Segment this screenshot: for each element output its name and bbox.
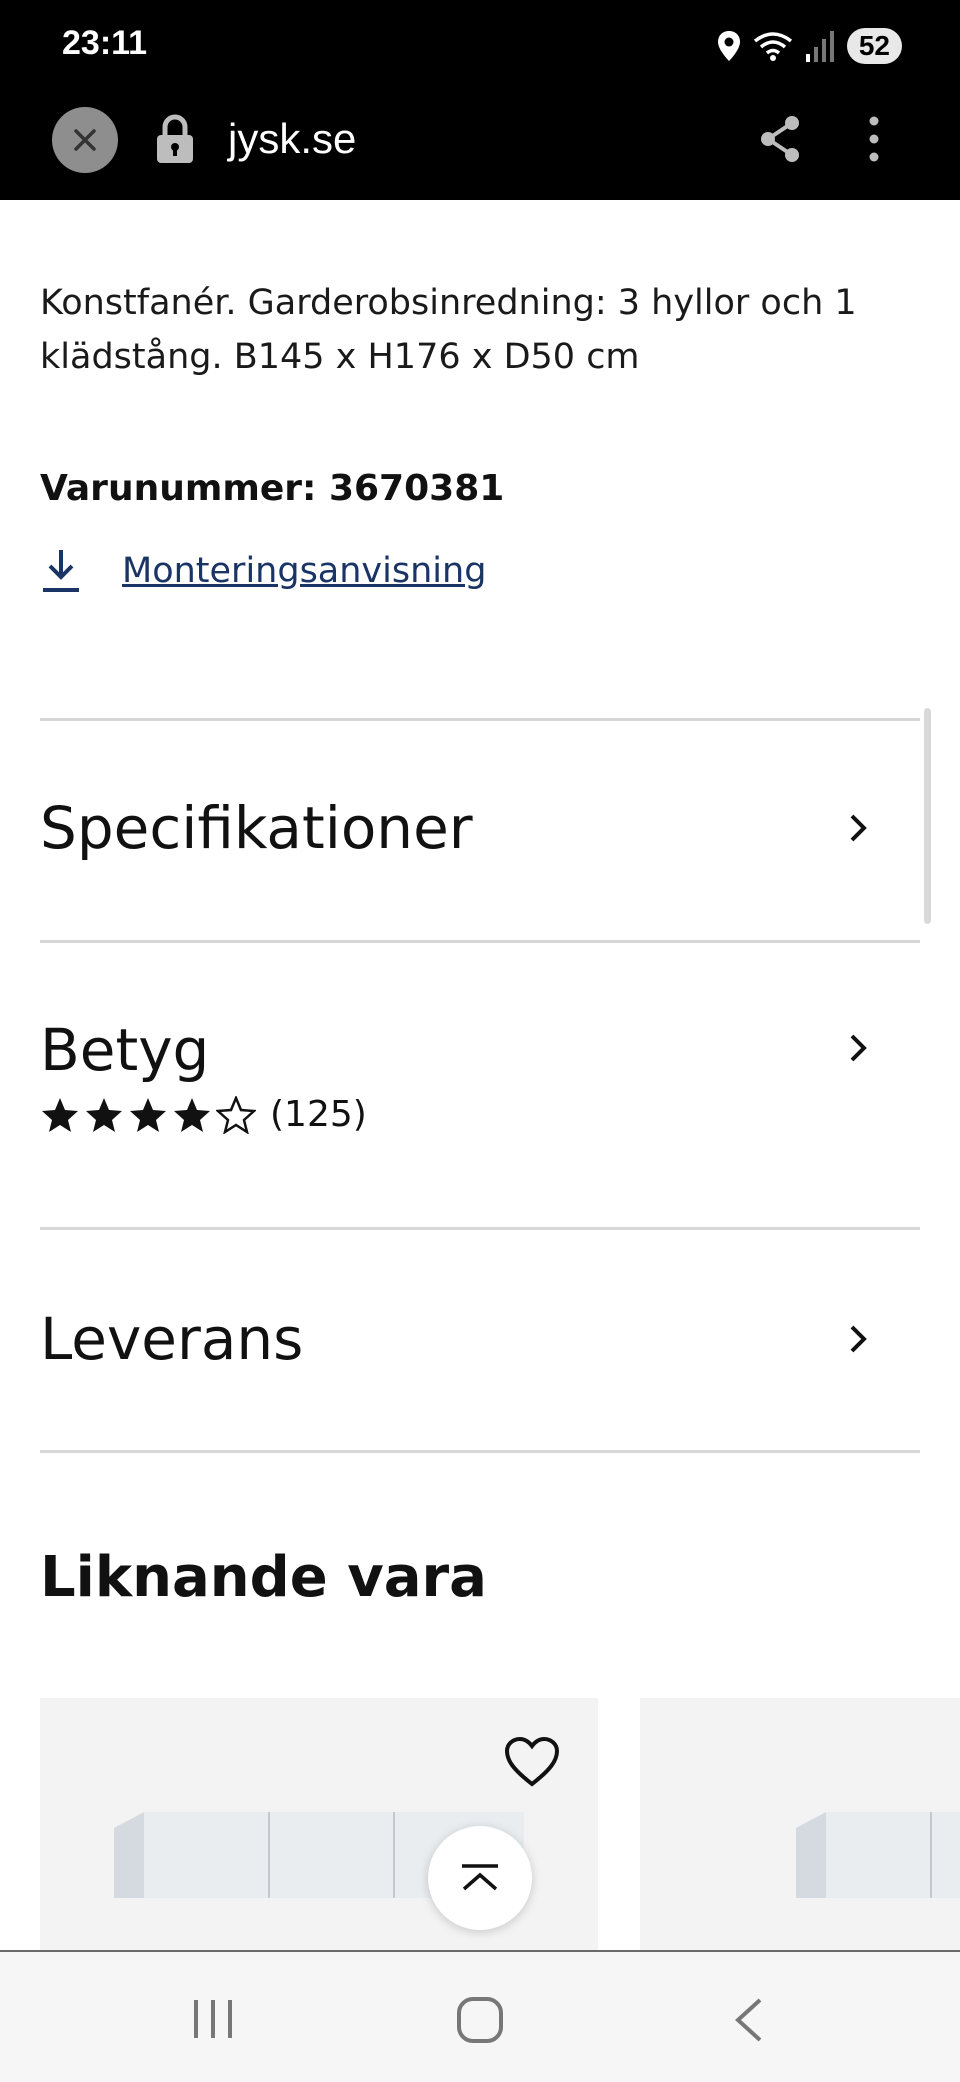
system-nav-bar [0,1950,960,2082]
chevron-right-icon [850,1325,867,1353]
accordion-title: Betyg [40,1016,210,1084]
battery-indicator: 52 [846,28,902,64]
star-empty-icon [216,1095,256,1134]
manual-download[interactable]: Monteringsanvisning [40,548,486,594]
share-icon[interactable] [756,113,804,165]
download-icon [43,550,79,592]
rating-row: (125) [40,1094,367,1135]
accordion-specifications[interactable]: Specifikationer [40,720,920,940]
rating-count: (125) [270,1094,367,1135]
scrollbar[interactable] [924,708,931,924]
status-time: 23:11 [62,24,148,62]
similar-products-title: Liknande vara [40,1545,487,1610]
recents-icon[interactable] [190,1996,236,2042]
lock-icon[interactable] [155,113,195,165]
divider [40,1450,920,1453]
wifi-icon [753,32,792,61]
star-filled-icon [42,1097,78,1132]
chevron-right-icon [850,814,867,842]
status-bar: 23:11 52 [0,0,960,95]
signal-icon [805,31,834,62]
product-image [796,1812,960,1898]
accordion-delivery[interactable]: Leverans [40,1229,920,1451]
back-icon[interactable] [732,1996,766,2044]
star-filled-icon [86,1097,122,1132]
star-filled-icon [130,1097,166,1132]
location-icon [717,31,740,61]
star-filled-icon [174,1097,210,1132]
more-icon[interactable] [862,113,886,165]
chevron-right-icon [850,1034,867,1062]
home-icon[interactable] [456,1996,504,2044]
accordion-rating[interactable]: Betyg (125) [40,942,920,1227]
scroll-to-top-button[interactable] [428,1826,532,1930]
accordion-title: Leverans [40,1305,304,1373]
arrow-up-icon [462,1864,498,1891]
browser-toolbar: jysk.se [0,95,960,200]
product-sku: Varunummer: 3670381 [40,468,505,509]
accordion-title: Specifikationer [40,794,473,862]
close-tab-button[interactable] [52,107,118,173]
status-icons: 52 [717,24,902,68]
heart-icon[interactable] [504,1736,560,1788]
close-icon [74,129,96,151]
manual-link[interactable]: Monteringsanvisning [122,551,486,591]
product-card[interactable] [640,1698,960,1950]
url-text[interactable]: jysk.se [228,115,356,163]
rating-stars [40,1095,256,1134]
product-description: Konstfanér. Garderobsinredning: 3 hyllor… [40,283,857,377]
